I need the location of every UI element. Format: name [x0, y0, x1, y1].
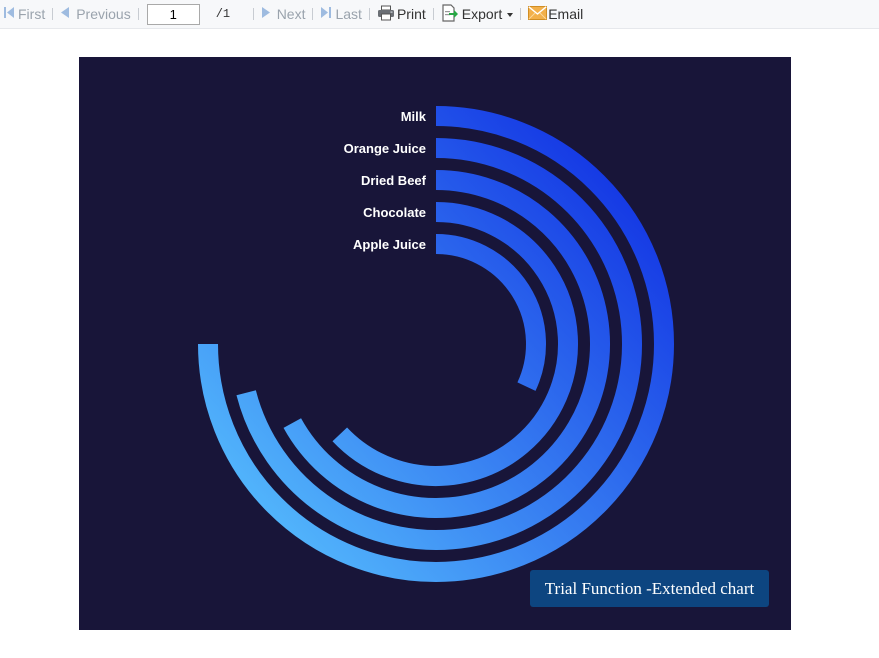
page-total: /1 [215, 7, 231, 21]
toolbar-divider [432, 8, 434, 20]
trial-watermark-badge: Trial Function -Extended chart [530, 570, 769, 607]
toolbar-divider [312, 8, 314, 20]
email-label: Email [548, 6, 584, 22]
last-page-button[interactable]: Last [320, 3, 362, 25]
series-label: Chocolate [363, 205, 426, 220]
toolbar-divider [252, 8, 254, 20]
series-label: Apple Juice [353, 237, 426, 252]
radial-bar-dried-beef [283, 170, 610, 518]
export-icon [441, 3, 458, 25]
export-dropdown-button[interactable]: Export [441, 3, 514, 25]
next-page-button[interactable]: Next [261, 3, 306, 25]
last-page-label: Last [335, 6, 362, 22]
envelope-icon [528, 5, 548, 23]
export-label: Export [461, 6, 503, 22]
toolbar-divider [137, 8, 139, 20]
arc-layer [198, 106, 674, 582]
radial-bar-chart: Milk Orange Juice Dried Beef Chocolate Apple… [79, 57, 791, 630]
label-layer: Milk Orange Juice Dried Beef Chocolate Apple… [344, 109, 427, 252]
radial-bar-apple-juice [435, 234, 546, 391]
previous-page-label: Previous [76, 6, 131, 22]
series-label: Orange Juice [344, 141, 426, 156]
toolbar-divider [52, 8, 54, 20]
chart-svg: Milk Orange Juice Dried Beef Chocolate Apple… [198, 106, 674, 582]
series-label: Dried Beef [361, 173, 427, 188]
chevron-down-icon [507, 13, 514, 17]
print-button[interactable]: Print [377, 3, 426, 25]
first-page-label: First [18, 6, 46, 22]
print-label: Print [396, 6, 426, 22]
next-page-icon [261, 6, 271, 22]
page-number-input[interactable] [146, 3, 200, 25]
first-page-button[interactable]: First [3, 3, 45, 25]
toolbar-divider [520, 8, 522, 20]
last-page-icon [320, 6, 332, 22]
previous-page-button[interactable]: Previous [60, 3, 131, 25]
email-button[interactable]: Email [528, 3, 583, 25]
series-label: Milk [401, 109, 427, 124]
printer-icon [377, 5, 395, 24]
toolbar-divider [368, 8, 370, 20]
report-toolbar: First Previous /1 Next Last P [0, 0, 879, 29]
previous-page-icon [60, 6, 70, 22]
next-page-label: Next [276, 6, 306, 22]
first-page-icon [3, 6, 15, 22]
